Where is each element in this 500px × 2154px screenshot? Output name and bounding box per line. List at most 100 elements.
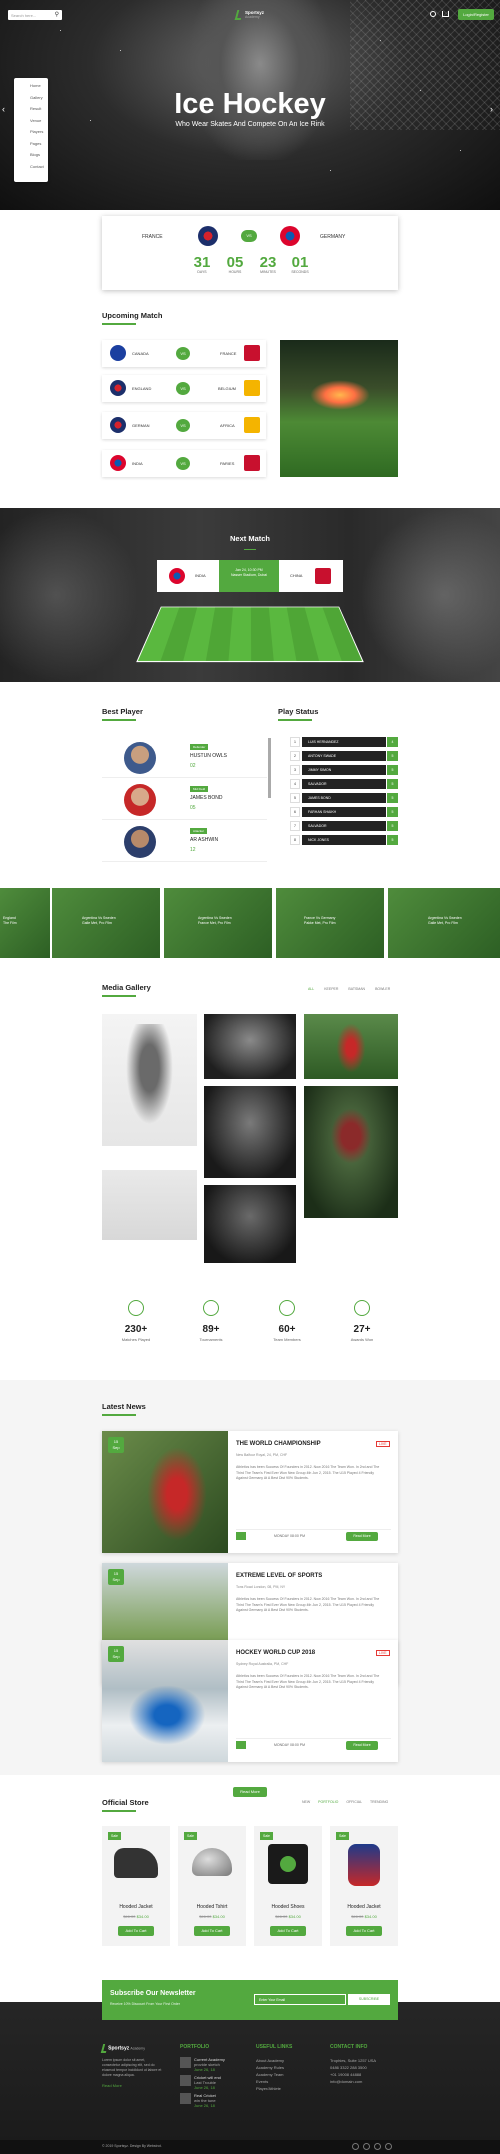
portfolio-item[interactable]: Current Academy provide sketch June 26, 18 — [180, 2057, 240, 2072]
youtube-icon[interactable] — [385, 2143, 392, 2150]
team-logo-icon — [110, 417, 126, 433]
menu-item-pages[interactable]: Pages — [14, 138, 48, 150]
tshirt-product-image — [268, 1844, 308, 1884]
search-icon[interactable]: ⚲ — [55, 11, 59, 18]
share-icon[interactable] — [236, 1532, 246, 1540]
status-num: 1 — [290, 737, 300, 747]
match-row[interactable]: CANADA VS FRANCE — [102, 340, 266, 367]
portfolio-item[interactable]: Real Cricket win the tune June 26, 18 — [180, 2093, 240, 2108]
match-row[interactable]: INDIA VS PARIES — [102, 450, 266, 477]
add-to-cart-button[interactable]: Add To Cart — [270, 1926, 306, 1936]
twitter-icon[interactable] — [363, 2143, 370, 2150]
filter-keeper[interactable]: KEEPER — [324, 987, 338, 991]
player-card[interactable]: Mid Field JAMES BOND 05 — [102, 780, 267, 820]
read-more-button[interactable]: Read More — [346, 1532, 378, 1541]
search-input[interactable]: Search here... ⚲ — [8, 10, 62, 20]
product-card[interactable]: Sale Hooded Jacket $46.00 $34.00 Add To … — [102, 1826, 170, 1946]
player-card[interactable]: Defender HUSTUN OWLS 02 — [102, 738, 267, 778]
menu-item-home[interactable]: Home — [14, 80, 48, 92]
match-row[interactable]: GERMAN VS AFRICA — [102, 412, 266, 439]
brand-logo[interactable]: Sportsyz Academy — [234, 10, 276, 22]
gallery-image[interactable] — [102, 1014, 197, 1146]
status-score: 5 — [387, 807, 398, 817]
footer-link[interactable]: Player/Athlete — [256, 2085, 316, 2092]
news-title[interactable]: THE WORLD CHAMPIONSHIP — [236, 1441, 321, 1447]
menu-item-players[interactable]: Players — [14, 126, 48, 138]
gallery-image[interactable] — [304, 1014, 398, 1079]
footer-link[interactable]: Academy Rules — [256, 2064, 316, 2071]
facebook-icon[interactable] — [352, 2143, 359, 2150]
read-more-button[interactable]: Read More — [346, 1741, 378, 1750]
portfolio-item[interactable]: Cricket will end Last Trouble June 26, 18 — [180, 2075, 240, 2090]
player-photo — [124, 826, 156, 858]
footer-portfolio: PORTFOLIO Current Academy provide sketch J… — [180, 2044, 240, 2108]
date-month: Sep — [112, 1577, 120, 1582]
counter-label: Tournaments — [199, 1337, 223, 1342]
footer-read-more[interactable]: Read More — [102, 2082, 162, 2089]
match-highlight-tile[interactable]: England The Film — [0, 888, 50, 958]
footer-link[interactable]: Academy Team — [256, 2071, 316, 2078]
menu-item-result[interactable]: Result — [14, 103, 48, 115]
product-card[interactable]: Sale Hooded Shoes $46.00 $34.00 Add To C… — [254, 1826, 322, 1946]
gallery-image[interactable] — [304, 1086, 398, 1218]
match-highlight-tile[interactable]: Argentina Vs Sweden Galle Met, Pro Film — [52, 888, 160, 958]
filter-new[interactable]: NEW — [302, 1800, 310, 1804]
menu-item-gallery[interactable]: Gallery — [14, 92, 48, 104]
share-icon[interactable] — [236, 1741, 246, 1749]
add-to-cart-button[interactable]: Add To Cart — [118, 1926, 154, 1936]
product-card[interactable]: Sale Hooded Tshirt $46.00 $34.00 Add To … — [178, 1826, 246, 1946]
status-num: 6 — [290, 807, 300, 817]
best-player-header: Best Player — [102, 707, 143, 721]
match-highlight-tile[interactable]: Argentina Vs Sweden France Met, Pro Film — [164, 888, 272, 958]
news-title[interactable]: EXTREME LEVEL OF SPORTS — [236, 1573, 322, 1579]
footer-link[interactable]: Events — [256, 2078, 316, 2085]
linkedin-icon[interactable] — [374, 2143, 381, 2150]
match-highlight-tile[interactable]: France Vs Germany Pakke Met, Pro Film — [276, 888, 384, 958]
upcoming-match-header: Upcoming Match — [102, 311, 162, 325]
match-highlight-tile[interactable]: Argentina Vs Sweden Galle Met, Pro Film — [388, 888, 500, 958]
footer-brand[interactable]: Sportsyz Academy — [100, 2044, 162, 2053]
menu-item-venue[interactable]: Venue — [14, 115, 48, 127]
gallery-image[interactable] — [204, 1185, 296, 1263]
counters-band — [0, 1290, 500, 1380]
filter-trending[interactable]: TRENDING — [370, 1800, 388, 1804]
menu-item-blogs[interactable]: Blogs — [14, 149, 48, 161]
news-title[interactable]: HOCKEY WORLD CUP 2018 — [236, 1650, 315, 1656]
player-card[interactable]: Attacker AR ASHWIN 12 — [102, 822, 267, 862]
title-underline — [102, 323, 136, 325]
news-card[interactable]: 15 Sep HOCKEY WORLD CUP 2018 Sydney Royal… — [102, 1640, 398, 1762]
news-excerpt: Athletics has been Success Of Founders i… — [236, 1465, 380, 1480]
news-card[interactable]: 15 Sep THE WORLD CHAMPIONSHIP New Balfour… — [102, 1431, 398, 1553]
match-row[interactable]: ENGLAND VS BELGIUM — [102, 375, 266, 402]
filter-all[interactable]: ALL — [308, 987, 314, 991]
cart-icon[interactable] — [442, 11, 449, 17]
contact-email[interactable]: info@domain.com — [330, 2078, 398, 2085]
match-vs: VS — [176, 347, 190, 360]
status-row: 1 LUIS HERNANDEZ 4 — [290, 737, 398, 747]
backpack-product-image — [348, 1844, 380, 1886]
footer-link[interactable]: About Academy — [256, 2057, 316, 2064]
gallery-image[interactable] — [204, 1086, 296, 1178]
goalie-silhouette — [190, 0, 330, 160]
filter-official[interactable]: OFFICIAL — [346, 1800, 362, 1804]
user-icon[interactable] — [430, 11, 436, 17]
login-register-button[interactable]: Login/Register — [458, 9, 494, 20]
newsletter-email-input[interactable]: Enter Your Email — [254, 1994, 346, 2005]
gallery-figure — [334, 1019, 368, 1077]
product-card[interactable]: Sale Hooded Jacket $46.00 $34.00 Add To … — [330, 1826, 398, 1946]
filter-bowler[interactable]: BOWLER — [375, 987, 390, 991]
counter-value: 60+ — [278, 1324, 296, 1335]
status-name: ANTONY SWADE — [302, 751, 386, 761]
filter-portfolio[interactable]: PORTFOLIO — [318, 1800, 338, 1804]
gallery-image[interactable] — [204, 1014, 296, 1079]
subscribe-button[interactable]: SUBSCRIBE — [348, 1994, 390, 2005]
player-score: 12 — [190, 847, 196, 853]
menu-item-contact[interactable]: Contact — [14, 161, 48, 173]
tile-line2: Pakke Met, Pro Film — [304, 921, 336, 925]
gallery-image[interactable] — [102, 1170, 197, 1240]
filter-batsman[interactable]: BATSMAN — [348, 987, 365, 991]
player-list-scrollbar[interactable] — [268, 738, 271, 798]
add-to-cart-button[interactable]: Add To Cart — [346, 1926, 382, 1936]
add-to-cart-button[interactable]: Add To Cart — [194, 1926, 230, 1936]
load-more-button[interactable]: Read More — [233, 1787, 267, 1797]
